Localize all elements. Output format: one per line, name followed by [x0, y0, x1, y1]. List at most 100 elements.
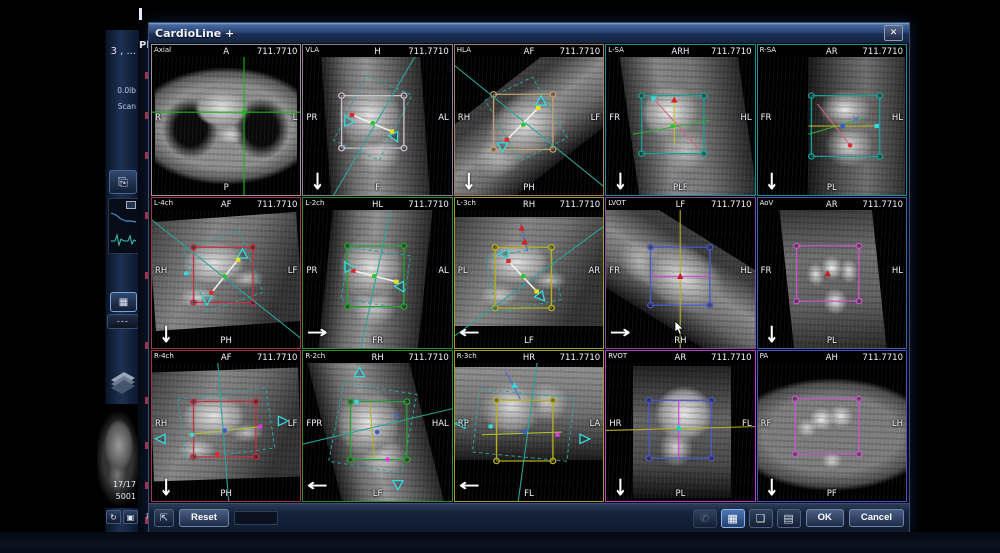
panel-value: 711.7710 [257, 200, 298, 210]
view-panel[interactable]: R-2ch RH 711.7710 FPR HAL LF ← [302, 350, 452, 502]
plan-overlay[interactable] [455, 363, 603, 501]
export-button[interactable]: ⎘ [109, 170, 137, 194]
sidebar-weight-label: 0.0lb [117, 86, 136, 95]
grid-icon: ▦ [119, 297, 128, 308]
orientation-top: HR [455, 353, 603, 363]
grid-layout-icon: ▦ [727, 512, 737, 525]
plan-overlay[interactable] [758, 363, 906, 501]
view-panel[interactable]: PA AH 711.7710 RF LH PF ↓ [757, 350, 907, 502]
panel-title: AoV [760, 199, 774, 207]
orientation-top: HL [303, 200, 451, 210]
view-panel[interactable]: R-SA AR 711.7710 FR HL PL ↓ [757, 44, 907, 196]
plan-overlay[interactable] [606, 210, 754, 348]
export-icon: ⎘ [118, 175, 128, 190]
plan-overlay[interactable] [758, 57, 906, 195]
view-panel[interactable]: Axial A 711.7710 R L P [151, 44, 301, 196]
image-counter: 17/17 [113, 480, 136, 489]
refresh-icon: ↻ [110, 513, 117, 522]
orientation-top: LF [606, 200, 754, 210]
view-panel[interactable]: L-2ch HL 711.7710 PR AL FR → [302, 197, 452, 349]
panel-value: 711.7710 [408, 200, 449, 210]
monitor-icon: ▣ [127, 513, 135, 522]
panel-title: PA [760, 352, 769, 360]
view-panel[interactable]: RVOT AR 711.7710 HR FL PL ↓ [605, 350, 755, 502]
plan-overlay[interactable] [152, 57, 300, 195]
view-panel[interactable]: L-4ch AF 711.7710 RH LF PH ↓ [151, 197, 301, 349]
orientation-top: AH [758, 353, 906, 363]
panel-value: 711.7710 [408, 353, 449, 363]
panel-value: 711.7710 [711, 353, 752, 363]
panel-value: 711.7710 [711, 47, 752, 57]
progress-bar [234, 511, 278, 525]
dialog-titlebar[interactable]: CardioLine + ✕ [149, 23, 909, 43]
panel-title: L-3ch [457, 199, 476, 207]
refresh-button[interactable]: ↻ [106, 510, 121, 524]
view-panel[interactable]: AoV AR 711.7710 FR HL PL ↓ [757, 197, 907, 349]
orientation-top: AR [758, 200, 906, 210]
panel-title: L-4ch [154, 199, 173, 207]
reset-button[interactable]: Reset [179, 509, 229, 527]
view-panel[interactable]: L-3ch RH 711.7710 PL AR LF ← [454, 197, 604, 349]
timeline-strip [138, 42, 148, 553]
dialog-title: CardioLine + [155, 27, 234, 40]
screen: 3 , ... 0.0lb Scan ⎘ ▦ ⌁⌁⌁ 17/17 5001 ↻ [0, 0, 1000, 553]
corner-arrow-icon: ⇱ [160, 513, 168, 524]
plan-overlay[interactable] [606, 57, 754, 195]
view-panel[interactable]: R-3ch HR 711.7710 RP LA FL ← [454, 350, 604, 502]
view-panel[interactable]: L-SA ARH 711.7710 FR HL PLF ↓ [605, 44, 755, 196]
panel-title: L-SA [608, 46, 624, 54]
close-button[interactable]: ✕ [884, 25, 903, 41]
panel-title: R-3ch [457, 352, 477, 360]
bottom-strip [0, 532, 1000, 553]
orientation-top: H [303, 47, 451, 57]
panel-grid: Axial A 711.7710 R L P VLA H 711.7710 PR… [151, 44, 907, 502]
panel-title: R-2ch [305, 352, 325, 360]
view-panel[interactable]: LVOT LF 711.7710 FR HL RH → [605, 197, 755, 349]
waveform-graph [109, 199, 138, 253]
phone-button[interactable]: ✆ [693, 509, 717, 528]
plan-overlay[interactable] [303, 363, 451, 501]
list-button[interactable]: ▤ [777, 509, 801, 528]
frame-button[interactable]: ❏ [749, 509, 773, 528]
frame-icon: ❏ [756, 512, 766, 525]
panel-value: 711.7710 [560, 353, 601, 363]
panel-title: LVOT [608, 199, 626, 207]
panel-title: L-2ch [305, 199, 324, 207]
panel-value: 711.7710 [257, 353, 298, 363]
orientation-top: ARH [606, 47, 754, 57]
view-panel[interactable]: HLA AF 711.7710 RH LF PH ↓ [454, 44, 604, 196]
corner-arrow-button[interactable]: ⇱ [154, 509, 174, 527]
brand-button[interactable]: ⌁⌁⌁ [107, 314, 139, 329]
view-panel[interactable]: VLA H 711.7710 PR AL F ↓ [302, 44, 452, 196]
3d-slices-icon[interactable] [108, 368, 137, 398]
cancel-button[interactable]: Cancel [849, 509, 904, 527]
layout-grid-button[interactable]: ▦ [110, 292, 137, 312]
plan-overlay[interactable] [152, 363, 300, 501]
orientation-top: A [152, 47, 300, 57]
panel-value: 711.7710 [862, 200, 903, 210]
panel-title: R-4ch [154, 352, 174, 360]
ok-button[interactable]: OK [806, 509, 844, 527]
plan-overlay[interactable] [758, 210, 906, 348]
view-panel[interactable]: R-4ch AF 711.7710 RH LF PH ↓ [151, 350, 301, 502]
phone-icon: ✆ [700, 512, 709, 525]
orientation-top: AF [152, 200, 300, 210]
panel-value: 711.7710 [862, 47, 903, 57]
panel-value: 711.7710 [560, 47, 601, 57]
monitor-button[interactable]: ▣ [123, 510, 138, 524]
plan-overlay[interactable] [303, 57, 451, 195]
plan-overlay[interactable] [455, 210, 603, 348]
plan-overlay[interactable] [606, 363, 754, 501]
panel-title: VLA [305, 46, 319, 54]
plan-overlay[interactable] [303, 210, 451, 348]
top-marker [139, 8, 142, 20]
plan-overlay[interactable] [152, 210, 300, 348]
list-icon: ▤ [783, 512, 793, 525]
series-number: 5001 [116, 492, 136, 501]
plan-overlay[interactable] [455, 57, 603, 195]
panel-title: R-SA [760, 46, 776, 54]
panel-title: HLA [457, 46, 471, 54]
panel-value: 711.7710 [862, 353, 903, 363]
panel-value: 711.7710 [560, 200, 601, 210]
grid-layout-button[interactable]: ▦ [721, 509, 745, 528]
